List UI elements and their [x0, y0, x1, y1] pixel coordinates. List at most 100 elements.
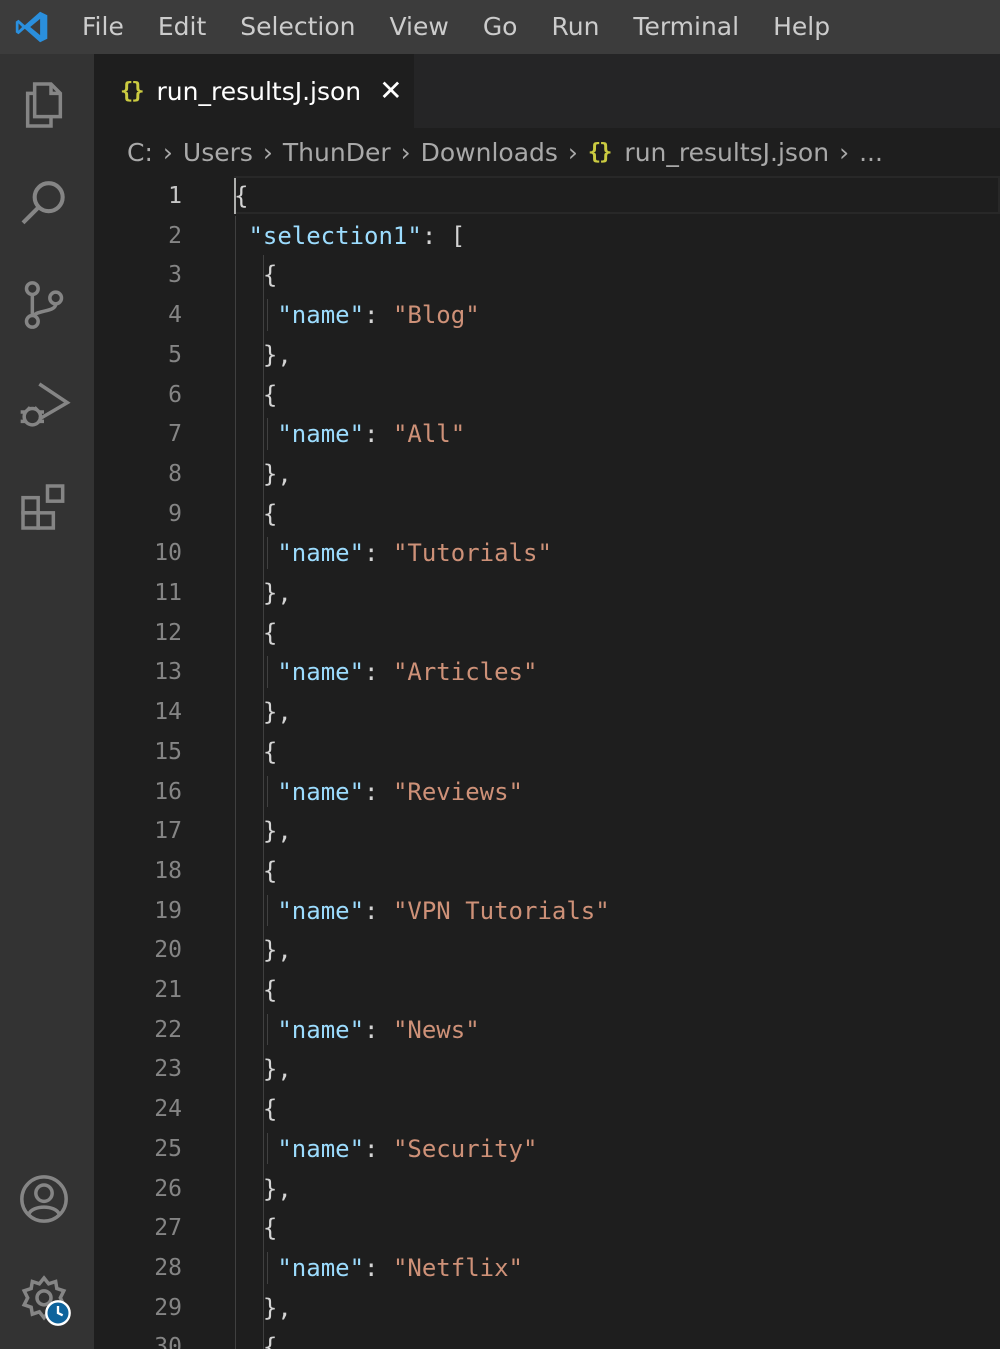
open-brace: {: [262, 618, 278, 647]
close-brace: },: [262, 936, 292, 965]
line-number: 5: [168, 341, 182, 368]
line-number: 16: [154, 778, 182, 805]
line-number: 18: [154, 857, 182, 884]
code-line: "name": "Articles": [277, 652, 537, 692]
close-icon[interactable]: ✕: [379, 77, 402, 105]
line-number: 26: [154, 1175, 182, 1202]
punctuation: :: [364, 1134, 393, 1163]
indent-guide: [266, 1251, 268, 1284]
line-number: 29: [154, 1294, 182, 1321]
code-line: {: [263, 1208, 277, 1248]
code-line: "selection1": [: [248, 216, 465, 256]
chevron-right-icon: ›: [567, 137, 578, 167]
line-number: 8: [168, 460, 182, 487]
chevron-right-icon: ›: [162, 137, 173, 167]
punctuation: :: [364, 896, 393, 925]
close-brace: },: [262, 698, 292, 727]
breadcrumb-file[interactable]: run_resultsJ.json: [624, 138, 829, 167]
code-line: },: [263, 454, 292, 494]
breadcrumb-users[interactable]: Users: [183, 138, 253, 167]
line-number: 1: [168, 183, 182, 209]
line-number: 6: [168, 381, 182, 408]
breadcrumb-downloads[interactable]: Downloads: [421, 138, 558, 167]
line-number: 25: [154, 1135, 182, 1162]
code-line: {: [263, 613, 277, 653]
menu-edit[interactable]: Edit: [141, 0, 223, 54]
code-line: {: [263, 255, 277, 295]
breadcrumb-thunder[interactable]: ThunDer: [283, 138, 391, 167]
code-editor[interactable]: 1 2 3 4 5 6 7 8 9 10 11 12 13 14 15 16 17 18 19 20 21 22 23 24 2…: [94, 176, 1000, 1349]
punctuation: :: [364, 1253, 393, 1282]
menu-selection[interactable]: Selection: [223, 0, 372, 54]
punctuation: :: [364, 777, 393, 806]
json-file-icon: {}: [587, 139, 612, 165]
line-number: 17: [154, 818, 182, 845]
line-number: 23: [154, 1056, 182, 1083]
json-key: "selection1": [248, 221, 422, 250]
close-brace: },: [262, 340, 292, 369]
line-number: 10: [154, 540, 182, 567]
punctuation: : [: [421, 221, 466, 250]
line-number: 9: [168, 500, 182, 527]
json-key: "name": [277, 896, 365, 925]
json-string-value: "Articles": [392, 658, 538, 687]
json-key: "name": [277, 301, 365, 330]
indent-guide: [235, 215, 236, 1349]
menu-help[interactable]: Help: [756, 0, 847, 54]
open-brace: {: [262, 856, 278, 885]
manage-gear-icon[interactable]: [15, 1270, 73, 1328]
explorer-icon[interactable]: [15, 76, 73, 134]
menu-file[interactable]: File: [70, 0, 141, 54]
indent-guide: [266, 299, 268, 331]
json-string-value: "All": [392, 420, 466, 449]
code-line: "name": "Netflix": [277, 1248, 523, 1288]
line-number: 24: [154, 1096, 182, 1123]
menu-run[interactable]: Run: [534, 0, 616, 54]
extensions-icon[interactable]: [15, 478, 73, 536]
code-line: "name": "All": [277, 414, 465, 454]
json-key: "name": [277, 1134, 365, 1163]
tab-run-results-json[interactable]: {} run_resultsJ.json ✕: [94, 54, 414, 128]
json-file-icon: {}: [120, 78, 144, 104]
json-string-value: "VPN Tutorials": [392, 896, 610, 925]
run-debug-icon[interactable]: [15, 376, 73, 434]
menu-go[interactable]: Go: [466, 0, 535, 54]
breadcrumb-drive[interactable]: C:: [127, 138, 153, 167]
code-line: {: [263, 851, 277, 891]
menu-terminal[interactable]: Terminal: [616, 0, 756, 54]
close-brace: },: [262, 1293, 292, 1322]
line-number: 13: [154, 659, 182, 686]
tab-bar: {} run_resultsJ.json ✕: [94, 54, 1000, 128]
line-number: 3: [168, 262, 182, 289]
accounts-icon[interactable]: [15, 1170, 73, 1228]
code-line: },: [263, 811, 292, 851]
chevron-right-icon: ›: [839, 137, 850, 167]
code-line: {: [263, 494, 277, 534]
breadcrumb-symbols-ellipsis[interactable]: ...: [859, 138, 883, 167]
line-number: 12: [154, 619, 182, 646]
json-string-value: "Netflix": [392, 1253, 523, 1282]
punctuation: :: [364, 658, 393, 687]
breadcrumb: C: › Users › ThunDer › Downloads › {} ru…: [94, 128, 1000, 176]
code-line: },: [263, 573, 292, 613]
code-line: "name": "Reviews": [277, 772, 523, 812]
menu-view[interactable]: View: [372, 0, 465, 54]
code-line: {: [263, 732, 277, 772]
indent-guide: [266, 775, 268, 808]
code-line: },: [263, 1049, 292, 1089]
menu-bar: File Edit Selection View Go Run Terminal…: [0, 0, 1000, 54]
json-key: "name": [277, 777, 365, 806]
close-brace: },: [262, 1174, 292, 1203]
source-control-icon[interactable]: [15, 276, 73, 334]
json-key: "name": [277, 1253, 365, 1282]
open-brace: {: [262, 499, 278, 528]
open-brace: {: [262, 261, 278, 290]
open-brace: {: [262, 1333, 278, 1349]
json-string-value: "Blog": [392, 301, 480, 330]
line-number: 7: [168, 421, 182, 448]
json-string-value: "Security": [392, 1134, 538, 1163]
tab-label: run_resultsJ.json: [156, 76, 362, 106]
line-number: 19: [154, 897, 182, 924]
search-icon[interactable]: [15, 174, 73, 232]
json-key: "name": [277, 539, 365, 568]
